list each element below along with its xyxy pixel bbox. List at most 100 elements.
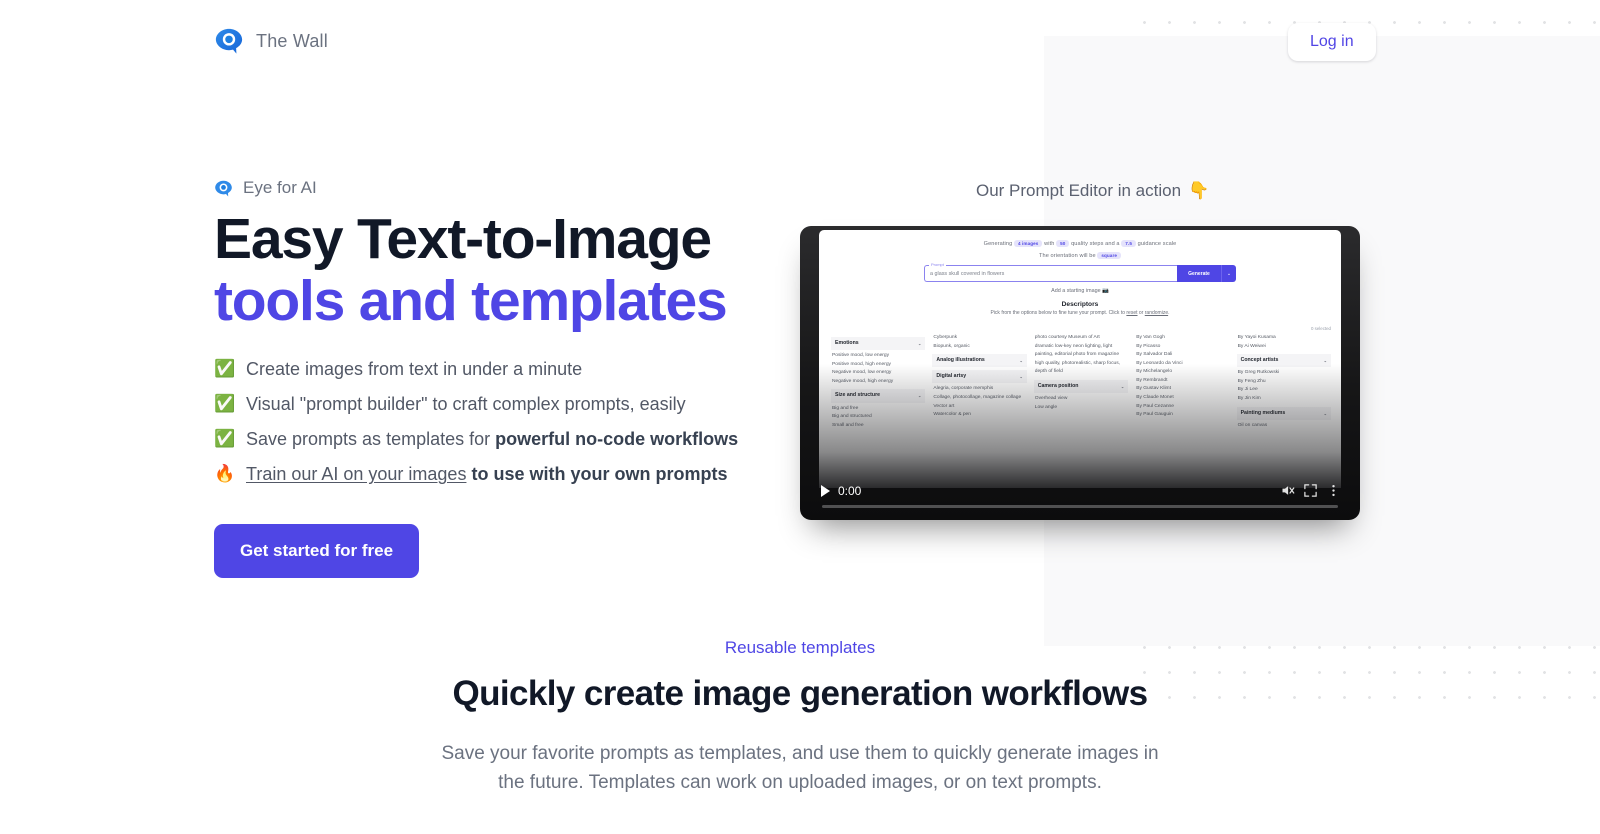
descriptor-option[interactable]: Positive mood, high energy — [831, 361, 925, 370]
section-eyebrow: Reusable templates — [724, 638, 876, 657]
descriptor-option[interactable]: Oil on canvas — [1237, 422, 1331, 431]
login-button[interactable]: Log in — [1288, 23, 1376, 61]
chevron-down-icon[interactable]: ⌄ — [1221, 265, 1236, 282]
list-item: ✅ Visual "prompt builder" to craft compl… — [214, 391, 814, 418]
kebab-menu-icon[interactable] — [1326, 483, 1341, 498]
descriptor-option[interactable]: By Ji Lee — [1237, 386, 1331, 395]
descriptor-option[interactable]: By Salvador Dali — [1135, 351, 1229, 360]
descriptor-option[interactable]: By Greg Rutkowski — [1237, 369, 1331, 378]
descriptor-group-label: Digital artsy — [936, 373, 967, 380]
video-frame: Generating 4 images with 50 quality step… — [819, 230, 1341, 488]
descriptor-option[interactable]: Big and structured — [831, 413, 925, 422]
descriptor-group-header[interactable]: Painting mediums ⌄ — [1236, 406, 1331, 420]
mute-icon[interactable] — [1280, 483, 1295, 498]
orientation-line: The orientation will be square — [819, 252, 1341, 259]
randomize-link[interactable]: randomize — [1145, 310, 1168, 316]
fullscreen-icon[interactable] — [1303, 483, 1318, 498]
brand[interactable]: The Wall — [214, 26, 328, 56]
gen-prefix: Generating — [983, 240, 1013, 247]
descriptor-option[interactable]: Big and free — [831, 405, 925, 414]
descriptor-option[interactable]: By Van Gogh — [1135, 334, 1229, 343]
get-started-button[interactable]: Get started for free — [214, 524, 420, 579]
descriptor-option[interactable]: Vector art — [932, 403, 1026, 412]
point-down-icon: 👇 — [1188, 181, 1210, 200]
descriptor-group-header[interactable]: Analog illustrations ⌄ — [932, 354, 1027, 368]
prompt-value: a glass skull covered in flowers — [930, 270, 1005, 277]
descriptor-option[interactable]: By Claude Monet — [1135, 394, 1229, 403]
descriptor-option[interactable]: Cyberpunk — [932, 334, 1026, 343]
play-icon[interactable] — [821, 484, 830, 497]
hero-eyebrow-label: Eye for AI — [243, 178, 317, 197]
descriptor-option[interactable]: By Feng Zhu — [1237, 378, 1331, 387]
generate-button[interactable]: Generate — [1177, 265, 1221, 282]
chevron-down-icon: ⌄ — [918, 393, 922, 399]
video-player[interactable]: Generating 4 images with 50 quality step… — [800, 226, 1360, 520]
descriptor-option[interactable]: By Michelangelo — [1135, 368, 1229, 377]
page-title: Easy Text-to-Image tools and templates — [214, 210, 814, 330]
gen-mid: with — [1044, 240, 1055, 247]
descriptor-group-header[interactable]: Digital artsy ⌄ — [932, 370, 1027, 384]
train-ai-link[interactable]: Train our AI on your images — [246, 464, 466, 484]
quality-steps-pill[interactable]: 50 — [1056, 240, 1070, 247]
eye-logo-icon — [214, 26, 244, 56]
descriptor-option[interactable]: Positive mood, low energy — [831, 352, 925, 361]
guidance-scale-pill[interactable]: 7.5 — [1121, 240, 1136, 247]
descriptor-option[interactable]: By Leonardo da Vinci — [1135, 360, 1229, 369]
gen-mid-2: quality steps and a — [1071, 240, 1120, 247]
images-count-pill[interactable]: 4 images — [1013, 240, 1043, 247]
check-icon: ✅ — [214, 394, 236, 414]
descriptor-option[interactable]: Negative mood, high energy — [831, 378, 925, 387]
camera-icon: 📷 — [1102, 288, 1109, 294]
video-time: 0:00 — [838, 483, 862, 498]
descriptor-option[interactable]: By Ai Weiwei — [1237, 343, 1331, 352]
descriptor-option[interactable]: By Jin Kim — [1237, 395, 1331, 404]
descriptor-option[interactable]: By Gustav Klimt — [1135, 385, 1229, 394]
descriptor-option[interactable]: Overhead view — [1034, 395, 1128, 404]
chevron-down-icon: ⌄ — [918, 341, 922, 347]
chevron-down-icon: ⌄ — [1323, 410, 1327, 416]
landing-page: The Wall Log in Eye for AI Easy Text-to-… — [0, 0, 1600, 834]
reset-link[interactable]: reset — [1126, 310, 1137, 316]
descriptor-column: By Yayoi Kusama By Ai Weiwei Concept artis… — [1236, 334, 1331, 431]
feature-text-bold: to use with your own prompts — [466, 464, 728, 485]
chevron-down-icon: ⌄ — [1019, 374, 1023, 380]
descriptor-option[interactable]: By Paul Gauguin — [1135, 411, 1229, 420]
descriptor-option[interactable]: By Rembrandt — [1135, 377, 1229, 386]
descriptor-option[interactable]: By Picasso — [1135, 343, 1229, 352]
descriptor-option[interactable]: Negative mood, low energy — [831, 369, 925, 378]
descriptor-option[interactable]: Watercolor & pen — [932, 411, 1026, 420]
check-icon: ✅ — [214, 359, 236, 379]
descriptors-subtitle: Pick from the options below to fine tune… — [819, 310, 1341, 316]
descriptor-option[interactable]: Low angle — [1034, 404, 1128, 413]
feature-list: ✅ Create images from text in under a min… — [214, 356, 814, 488]
descriptor-option[interactable]: By Paul Cezanne — [1135, 403, 1229, 412]
descriptor-option[interactable]: photo courtesy Museum of Art — [1034, 334, 1128, 343]
descriptor-option[interactable]: Small and free — [831, 422, 925, 431]
descriptor-group-header[interactable]: Camera position ⌄ — [1033, 379, 1129, 393]
list-item: ✅ Save prompts as templates for powerful… — [214, 426, 814, 453]
descriptor-group-header[interactable]: Emotions ⌄ — [831, 337, 926, 351]
video-caption: Our Prompt Editor in action 👇 — [976, 181, 1209, 201]
list-item: ✅ Create images from text in under a min… — [214, 356, 814, 383]
descriptor-option[interactable]: dramatic low-key neon lighting, light pa… — [1034, 343, 1128, 360]
selected-count: 0 selected — [1310, 326, 1331, 331]
descriptor-column: Cyberpunk Biopunk, organic Analog illustra… — [932, 334, 1027, 430]
descriptor-option[interactable]: Collage, photocollage, magazine collage — [932, 394, 1026, 403]
descriptors-heading: Descriptors — [1061, 301, 1099, 308]
prompt-editor-screenshot: Generating 4 images with 50 quality step… — [819, 230, 1341, 488]
video-progress-bar[interactable] — [822, 505, 1338, 508]
descriptor-option[interactable]: Biopunk, organic — [932, 343, 1026, 352]
descriptor-column: By Van Gogh By Picasso By Salvador Dali By … — [1135, 334, 1229, 430]
descriptor-group-header[interactable]: Size and structure ⌄ — [831, 389, 926, 403]
prompt-input[interactable]: Prompt a glass skull covered in flowers — [924, 262, 1177, 282]
orientation-pill[interactable]: square — [1097, 252, 1122, 259]
descriptors-sub-a: Pick from the options below to fine tune… — [990, 310, 1127, 316]
feature-text-bold: powerful no-code workflows — [495, 429, 739, 450]
descriptor-group-header[interactable]: Concept artists ⌄ — [1236, 354, 1331, 368]
descriptor-option[interactable]: Alegria, corporate memphis — [932, 385, 1026, 394]
descriptor-option[interactable]: high quality, photorealistic, sharp focu… — [1034, 360, 1128, 377]
chevron-down-icon: ⌄ — [1019, 358, 1023, 364]
add-starting-image[interactable]: Add a starting image 📷 — [819, 288, 1341, 294]
prompt-legend: Prompt — [929, 262, 946, 267]
descriptor-option[interactable]: By Yayoi Kusama — [1237, 334, 1331, 343]
